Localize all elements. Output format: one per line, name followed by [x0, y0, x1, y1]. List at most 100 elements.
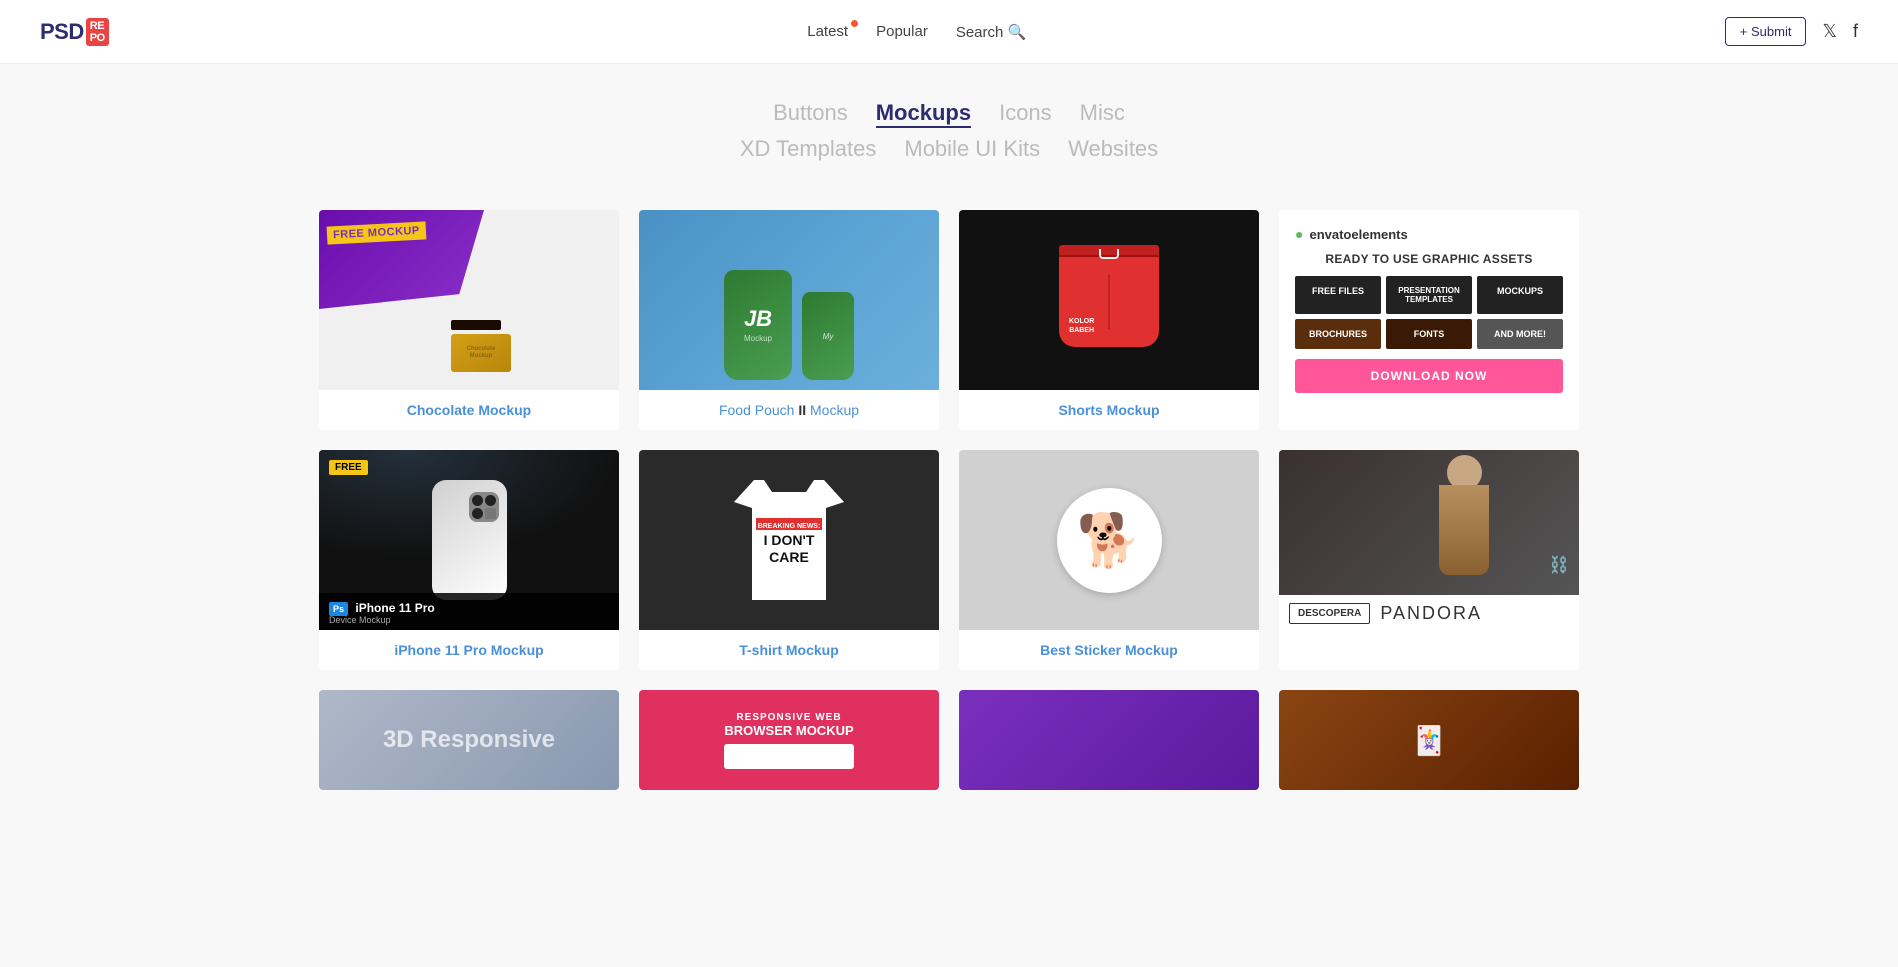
svg-text:BREAKING NEWS:: BREAKING NEWS:	[758, 523, 821, 530]
envato-download-button[interactable]: DOWNLOAD NOW	[1295, 359, 1563, 393]
sticker-bg: 🐕	[959, 450, 1259, 630]
shorts-container: KOLORBABEH	[1059, 245, 1159, 355]
iphone-bg: FREE Ps iPhone 11 Pro Device Mocku	[319, 450, 619, 630]
pandora-image: ⛓️	[1279, 450, 1579, 595]
pouch-label-jb: JB	[744, 308, 772, 330]
chocolate-items: ChocolateMockup	[451, 320, 511, 372]
pouch-sub: Mockup	[744, 334, 772, 343]
resp-web-sub: RESPONSIVE WEB	[724, 712, 853, 723]
body	[1439, 485, 1489, 575]
choc-box: ChocolateMockup	[451, 334, 511, 372]
card-sticker[interactable]: 🐕 Best Sticker Mockup	[959, 450, 1259, 670]
pandora-brand-name: PANDORA	[1380, 603, 1482, 624]
card-pouch-title: Food Pouch II Mockup	[639, 390, 939, 430]
logo-psd: PSD	[40, 19, 84, 45]
person-silhouette	[1439, 455, 1489, 585]
card-chocolate[interactable]: FREE MOCKUP ChocolateMockup Chocolate Mo…	[319, 210, 619, 430]
envato-brand-name: envatoelements	[1309, 227, 1407, 242]
card-chocolate-title: Chocolate Mockup	[319, 390, 619, 430]
cat-icons[interactable]: Icons	[999, 100, 1052, 128]
shorts-brand-label: KOLORBABEH	[1069, 317, 1094, 335]
envato-cell-mockups: MOCKUPS	[1477, 276, 1563, 314]
pouch-large: JB Mockup	[724, 270, 792, 380]
iphone-body	[432, 480, 507, 600]
card-tshirt-title: T-shirt Mockup	[639, 630, 939, 670]
tshirt-bg: BREAKING NEWS: I DON'T CARE	[639, 450, 939, 630]
camera-lens-3	[472, 508, 483, 519]
card-chocolate-title-text: Chocolate Mockup	[407, 402, 531, 418]
envato-cell-brochures: BROCHURES	[1295, 319, 1381, 349]
card-shorts[interactable]: KOLORBABEH Shorts Mockup	[959, 210, 1259, 430]
shorts-seam	[1108, 275, 1110, 329]
camera-lens-1	[472, 495, 483, 506]
cat-misc[interactable]: Misc	[1080, 100, 1125, 128]
cat-mobile-ui[interactable]: Mobile UI Kits	[904, 136, 1040, 162]
logo[interactable]: PSD REPO	[40, 18, 109, 46]
sticker-container: 🐕	[1054, 485, 1164, 595]
main-nav: Latest Popular Search 🔍	[807, 23, 1026, 41]
svg-text:I DON'T: I DON'T	[764, 532, 815, 548]
card-sticker-image: 🐕	[959, 450, 1259, 630]
card-food-pouch[interactable]: JB Mockup My Food Pouch II Mockup	[639, 210, 939, 430]
resp-web-main: BROWSER MOCKUP	[724, 723, 853, 738]
facebook-icon[interactable]: f	[1853, 21, 1858, 42]
search-icon: 🔍	[1008, 24, 1027, 41]
card-shorts-title: Shorts Mockup	[959, 390, 1259, 430]
pandora-footer: DESCOPERA PANDORA	[1279, 595, 1579, 632]
shorts-string	[1099, 249, 1119, 259]
card-tshirt-image: BREAKING NEWS: I DON'T CARE	[639, 450, 939, 630]
card-resp-web-image: RESPONSIVE WEB BROWSER MOCKUP	[639, 690, 939, 790]
header-right: + Submit 𝕏 f	[1725, 17, 1858, 46]
card-sticker-title-text: Best Sticker Mockup	[1040, 642, 1178, 658]
envato-cell-free: FREE FILES	[1295, 276, 1381, 314]
pandora-discover-button[interactable]: DESCOPERA	[1289, 603, 1370, 624]
nav-search[interactable]: Search 🔍	[956, 23, 1026, 41]
shorts-bg: KOLORBABEH	[959, 210, 1259, 390]
3d-label: 3D Responsive	[383, 726, 555, 754]
nav-popular[interactable]: Popular	[876, 23, 928, 40]
card-iphone-title-text: iPhone 11 Pro Mockup	[394, 642, 543, 658]
card-chocolate-image: FREE MOCKUP ChocolateMockup	[319, 210, 619, 390]
category-row-1: Buttons Mockups Icons Misc	[0, 100, 1898, 128]
tshirt-svg: BREAKING NEWS: I DON'T CARE	[734, 480, 844, 600]
envato-header: ● envatoelements	[1295, 226, 1563, 242]
cat-buttons[interactable]: Buttons	[773, 100, 848, 128]
browser-mock	[724, 744, 853, 769]
submit-button[interactable]: + Submit	[1725, 17, 1807, 46]
card-iphone[interactable]: FREE Ps iPhone 11 Pro Device Mocku	[319, 450, 619, 670]
nav-latest[interactable]: Latest	[807, 23, 848, 40]
card-purple[interactable]	[959, 690, 1259, 790]
card-3d-responsive[interactable]: 3D Responsive	[319, 690, 619, 790]
main-content: FREE MOCKUP ChocolateMockup Chocolate Mo…	[299, 194, 1599, 826]
pouch-title-ii: II	[798, 402, 806, 418]
choc-bar	[451, 320, 501, 330]
pouches-container: JB Mockup My	[704, 210, 874, 390]
envato-cell-more: AND MORE!	[1477, 319, 1563, 349]
row-3-grid: 3D Responsive RESPONSIVE WEB BROWSER MOC…	[319, 690, 1579, 790]
flash	[485, 508, 496, 519]
twitter-icon[interactable]: 𝕏	[1822, 21, 1837, 42]
free-corner-badge: FREE	[329, 460, 368, 475]
cat-xd-templates[interactable]: XD Templates	[740, 136, 877, 162]
pandora-advertisement: Ad ⛓️ DESCOPERA PANDORA	[1279, 450, 1579, 670]
chocolate-inner: FREE MOCKUP ChocolateMockup	[319, 210, 619, 390]
card-tshirt-title-text: T-shirt Mockup	[739, 642, 839, 658]
pouch-small: My	[802, 292, 854, 380]
ps-badge: Ps	[329, 602, 348, 616]
shorts-body: KOLORBABEH	[1059, 257, 1159, 347]
card-tshirt[interactable]: BREAKING NEWS: I DON'T CARE T-shirt Mock…	[639, 450, 939, 670]
envato-tagline: READY TO USE GRAPHIC ASSETS	[1295, 252, 1563, 266]
header: PSD REPO Latest Popular Search 🔍 + Submi…	[0, 0, 1898, 64]
card-responsive-web[interactable]: RESPONSIVE WEB BROWSER MOCKUP	[639, 690, 939, 790]
card-last-ad-image: 🃏	[1279, 690, 1579, 790]
cat-websites[interactable]: Websites	[1068, 136, 1158, 162]
cat-mockups[interactable]: Mockups	[876, 100, 971, 128]
iphone-label: Ps iPhone 11 Pro Device Mockup	[319, 593, 619, 630]
pouch-label-m: My	[823, 332, 834, 341]
iphone-model-label: iPhone 11 Pro	[355, 601, 434, 615]
row-1-grid: FREE MOCKUP ChocolateMockup Chocolate Mo…	[319, 210, 1579, 430]
card-pouch-image: JB Mockup My	[639, 210, 939, 390]
pandora-bg: ⛓️	[1279, 450, 1579, 595]
camera-lens-2	[485, 495, 496, 506]
card-iphone-title: iPhone 11 Pro Mockup	[319, 630, 619, 670]
